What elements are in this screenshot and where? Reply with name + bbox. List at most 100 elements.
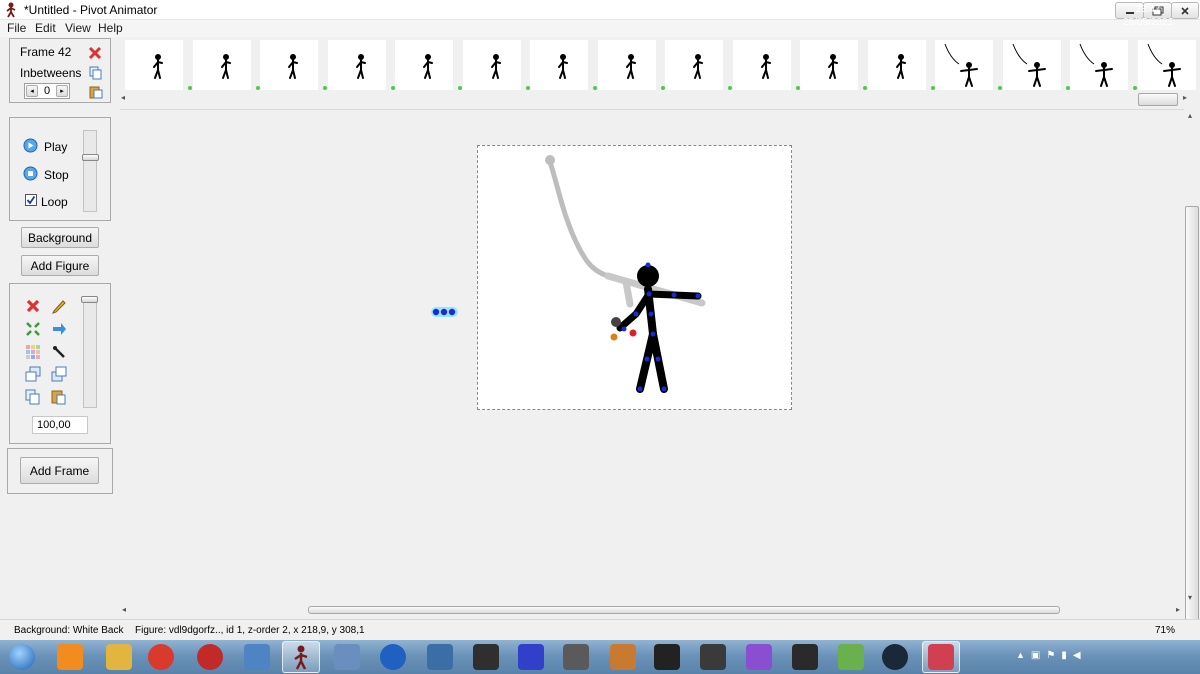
taskbar-game-button[interactable] bbox=[328, 641, 366, 673]
frame-thumbnail-figure bbox=[1079, 43, 1113, 87]
edit-figure-icon[interactable] bbox=[51, 298, 67, 314]
taskbar-vlc-button[interactable] bbox=[51, 641, 89, 673]
tray-device-icon[interactable]: ▣ bbox=[1031, 650, 1040, 661]
menu-edit[interactable]: Edit bbox=[33, 21, 58, 35]
frame-thumbnail[interactable] bbox=[732, 40, 791, 90]
stickfigure-scene[interactable] bbox=[478, 146, 791, 409]
frame-thumbnail[interactable] bbox=[597, 40, 656, 90]
join-figure-icon[interactable] bbox=[51, 344, 67, 360]
taskbar-video-editor-button[interactable] bbox=[604, 641, 642, 673]
taskbar-audio-button[interactable] bbox=[374, 641, 412, 673]
scroll-up-arrow[interactable]: ▴ bbox=[1188, 111, 1192, 120]
color-figure-icon[interactable] bbox=[25, 344, 41, 360]
paste-frame-icon[interactable] bbox=[89, 85, 103, 99]
taskbar-music-button[interactable] bbox=[467, 641, 505, 673]
frame-strip-scroll-thumb[interactable] bbox=[1138, 93, 1178, 106]
frame-thumbnail[interactable] bbox=[192, 40, 251, 90]
loop-checkbox[interactable] bbox=[25, 194, 37, 206]
taskbar-music-note-button[interactable] bbox=[648, 641, 686, 673]
bring-forward-icon[interactable] bbox=[25, 366, 41, 382]
frame-thumbnail[interactable] bbox=[125, 40, 183, 90]
taskbar-3d-button[interactable] bbox=[512, 641, 550, 673]
canvas-horizontal-scrollbar[interactable]: ◂ ▸ bbox=[120, 603, 1184, 618]
frame-thumbnail[interactable] bbox=[935, 40, 993, 90]
vector-app-icon bbox=[746, 644, 772, 670]
tray-expand-icon[interactable]: ▲ bbox=[1016, 650, 1025, 661]
delete-frame-icon[interactable] bbox=[88, 46, 102, 60]
scroll-left-arrow[interactable]: ◂ bbox=[121, 93, 125, 102]
taskbar-game-2003-button[interactable] bbox=[557, 641, 595, 673]
scale-input[interactable]: 100,00 bbox=[32, 416, 88, 434]
taskbar-media-player-button[interactable] bbox=[694, 641, 732, 673]
play-label[interactable]: Play bbox=[44, 140, 67, 154]
canvas-vertical-scroll-thumb[interactable] bbox=[1185, 206, 1199, 646]
add-figure-button[interactable]: Add Figure bbox=[21, 255, 99, 276]
taskbar-start-orb-button[interactable] bbox=[3, 641, 41, 673]
orange-joint-handle[interactable] bbox=[610, 333, 618, 341]
stop-label[interactable]: Stop bbox=[44, 168, 69, 182]
taskbar-document-button[interactable] bbox=[421, 641, 459, 673]
frame-thumbnail[interactable] bbox=[1070, 40, 1128, 90]
frame-thumbnail[interactable] bbox=[800, 40, 858, 90]
keyframe-indicator bbox=[1133, 86, 1137, 90]
loop-label[interactable]: Loop bbox=[41, 195, 68, 209]
scroll-right-arrow[interactable]: ▸ bbox=[1183, 93, 1187, 102]
taskbar-clock[interactable]: 23:47 25/09/2021 bbox=[1118, 3, 1178, 29]
canvas-scroll-left-arrow[interactable]: ◂ bbox=[122, 605, 126, 614]
menu-view[interactable]: View bbox=[63, 21, 93, 35]
stop-icon[interactable] bbox=[23, 166, 38, 181]
red-joint-handle[interactable] bbox=[629, 329, 637, 337]
menu-file[interactable]: File bbox=[5, 21, 28, 35]
paste-figure-icon[interactable] bbox=[51, 389, 67, 405]
scroll-down-arrow[interactable]: ▾ bbox=[1188, 593, 1192, 602]
tray-network-icon[interactable]: ▮ bbox=[1061, 650, 1067, 661]
play-icon[interactable] bbox=[23, 138, 38, 153]
taskbar-game-face-button[interactable] bbox=[832, 641, 870, 673]
figure-selector-handle[interactable] bbox=[430, 305, 460, 319]
add-frame-panel: Add Frame bbox=[7, 448, 113, 494]
taskbar-screen-recorder-button[interactable] bbox=[786, 641, 824, 673]
taskbar-pivot-animator-button[interactable] bbox=[282, 641, 320, 673]
increment-button[interactable]: ▸ bbox=[56, 85, 68, 97]
clock-time: 23:47 bbox=[1135, 4, 1161, 15]
tray-volume-icon[interactable]: ◀ bbox=[1073, 650, 1081, 661]
frame-thumbnail[interactable] bbox=[462, 40, 521, 90]
canvas-horizontal-scroll-thumb[interactable] bbox=[308, 606, 1060, 614]
figure-scale-slider[interactable] bbox=[83, 296, 97, 408]
taskbar-ccleaner-button[interactable] bbox=[191, 641, 229, 673]
taskbar-file-explorer-button[interactable] bbox=[100, 641, 138, 673]
copy-frame-icon[interactable] bbox=[89, 66, 103, 80]
background-button[interactable]: Background bbox=[21, 227, 99, 248]
taskbar-chrome-button[interactable] bbox=[142, 641, 180, 673]
taskbar-paint-button[interactable] bbox=[238, 641, 276, 673]
frame-thumbnail-figure bbox=[558, 54, 568, 79]
animation-stage[interactable] bbox=[477, 145, 792, 410]
figure-scale-slider-thumb[interactable] bbox=[81, 296, 98, 303]
speed-slider-thumb[interactable] bbox=[82, 154, 99, 161]
copy-figure-icon[interactable] bbox=[25, 389, 41, 405]
frame-thumbnail[interactable] bbox=[867, 40, 926, 90]
frame-thumbnail[interactable] bbox=[665, 40, 723, 90]
inbetweens-stepper[interactable]: ◂ 0 ▸ bbox=[24, 83, 70, 99]
menu-help[interactable]: Help bbox=[96, 21, 125, 35]
frame-thumbnail[interactable] bbox=[1137, 40, 1196, 90]
flip-figure-icon[interactable] bbox=[51, 321, 67, 337]
delete-figure-icon[interactable] bbox=[25, 298, 41, 314]
frame-thumbnail[interactable] bbox=[1002, 40, 1061, 90]
send-backward-icon[interactable] bbox=[51, 366, 67, 382]
taskbar-snipping-tool-button[interactable] bbox=[922, 641, 960, 673]
canvas-scroll-right-arrow[interactable]: ▸ bbox=[1176, 605, 1180, 614]
frame-strip-scrollbar[interactable]: ◂ ▸ bbox=[120, 92, 1196, 106]
add-frame-button[interactable]: Add Frame bbox=[20, 457, 99, 484]
frame-thumbnail[interactable] bbox=[327, 40, 386, 90]
tray-flag-icon[interactable]: ⚑ bbox=[1046, 650, 1055, 661]
canvas-vertical-scrollbar[interactable]: ▴ ▾ bbox=[1184, 109, 1200, 646]
center-figure-icon[interactable] bbox=[25, 321, 41, 337]
frame-thumbnail[interactable] bbox=[260, 40, 318, 90]
taskbar-steam-button[interactable] bbox=[876, 641, 914, 673]
decrement-button[interactable]: ◂ bbox=[26, 85, 38, 97]
speed-slider[interactable] bbox=[83, 130, 97, 212]
taskbar-vector-app-button[interactable] bbox=[740, 641, 778, 673]
frame-thumbnail[interactable] bbox=[530, 40, 588, 90]
frame-thumbnail[interactable] bbox=[395, 40, 453, 90]
